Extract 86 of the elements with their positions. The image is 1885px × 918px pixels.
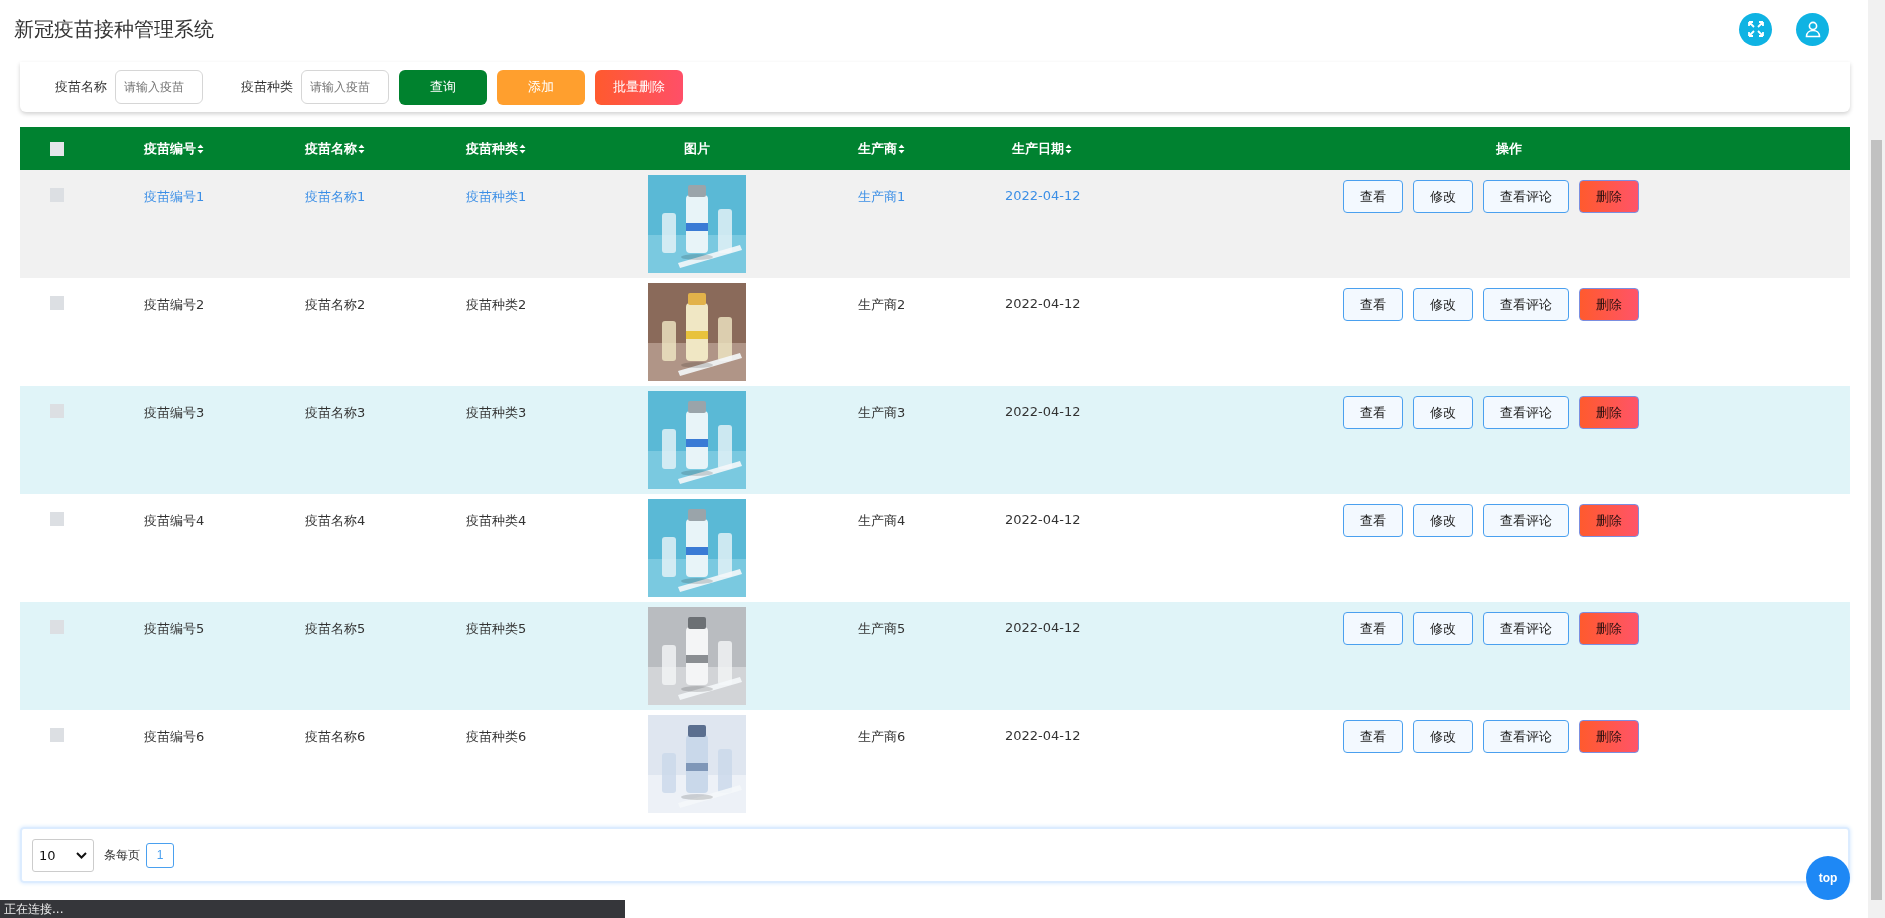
fullscreen-icon — [1746, 20, 1765, 38]
table-cell: 疫苗种类5 — [466, 620, 527, 638]
table-cell: 2022-04-12 — [1005, 728, 1081, 743]
sort-icon[interactable] — [898, 143, 905, 154]
status-text: 正在连接... — [4, 902, 64, 916]
table-cell: 生产商3 — [858, 404, 906, 422]
table-cell: 2022-04-12 — [1005, 512, 1081, 527]
table-cell: 疫苗编号5 — [144, 620, 205, 638]
sort-icon[interactable] — [519, 143, 526, 154]
page-size-select[interactable]: 10 — [32, 838, 94, 872]
table-cell: 疫苗名称2 — [305, 296, 366, 314]
row-action-button[interactable]: 查看 — [1343, 396, 1403, 429]
row-action-button[interactable]: 查看 — [1343, 288, 1403, 321]
select-all-checkbox[interactable] — [50, 141, 64, 156]
row-action-button[interactable]: 删除 — [1579, 720, 1639, 753]
row-checkbox[interactable] — [50, 296, 64, 310]
back-to-top-button[interactable]: top — [1806, 856, 1850, 900]
scrollbar[interactable] — [1868, 0, 1885, 918]
row-action-button[interactable]: 修改 — [1413, 396, 1473, 429]
row-action-button[interactable]: 查看 — [1343, 180, 1403, 213]
table-cell: 疫苗种类2 — [466, 296, 527, 314]
row-action-button[interactable]: 删除 — [1579, 504, 1639, 537]
column-header[interactable]: 疫苗名称 — [305, 139, 357, 158]
chevron-down-icon — [76, 851, 87, 859]
table-cell: 生产商5 — [858, 620, 906, 638]
row-action-button[interactable]: 修改 — [1413, 288, 1473, 321]
page-size-label: 条每页 — [104, 846, 140, 864]
table-cell: 疫苗编号4 — [144, 512, 205, 530]
field-label: 疫苗名称 — [55, 78, 107, 96]
row-action-button[interactable]: 删除 — [1579, 180, 1639, 213]
row-action-button[interactable]: 查看 — [1343, 720, 1403, 753]
table-cell: 生产商2 — [858, 296, 906, 314]
table-cell: 疫苗名称1 — [305, 188, 366, 206]
sort-icon[interactable] — [358, 143, 365, 154]
column-header[interactable]: 生产日期 — [1012, 139, 1064, 158]
table-cell: 生产商1 — [858, 188, 906, 206]
table-cell: 生产商6 — [858, 728, 906, 746]
user-icon — [1803, 20, 1822, 38]
table-cell: 2022-04-12 — [1005, 296, 1081, 311]
app-title: 新冠疫苗接种管理系统 — [14, 15, 214, 43]
table-cell: 疫苗编号2 — [144, 296, 205, 314]
table-cell: 疫苗种类1 — [466, 188, 527, 206]
row-action-button[interactable]: 查看 — [1343, 612, 1403, 645]
row-checkbox[interactable] — [50, 512, 64, 526]
row-action-button[interactable]: 查看评论 — [1483, 504, 1569, 537]
row-action-button[interactable]: 查看评论 — [1483, 396, 1569, 429]
field-label: 疫苗种类 — [241, 78, 293, 96]
column-header[interactable]: 生产商 — [858, 139, 897, 158]
table-cell: 疫苗种类6 — [466, 728, 527, 746]
search-field[interactable]: 请输入疫苗 — [301, 70, 389, 104]
table-cell: 疫苗编号6 — [144, 728, 205, 746]
column-header[interactable]: 图片 — [684, 139, 710, 158]
row-action-button[interactable]: 查看评论 — [1483, 288, 1569, 321]
row-action-button[interactable]: 查看评论 — [1483, 180, 1569, 213]
column-header[interactable]: 疫苗种类 — [466, 139, 518, 158]
row-checkbox[interactable] — [50, 728, 64, 742]
row-action-button[interactable]: 修改 — [1413, 612, 1473, 645]
row-action-button[interactable]: 删除 — [1579, 288, 1639, 321]
table-cell: 生产商4 — [858, 512, 906, 530]
table-cell: 疫苗名称3 — [305, 404, 366, 422]
table-cell: 疫苗名称5 — [305, 620, 366, 638]
table-cell: 疫苗名称4 — [305, 512, 366, 530]
search-field[interactable]: 请输入疫苗 — [115, 70, 203, 104]
table-cell: 疫苗名称6 — [305, 728, 366, 746]
user-button[interactable] — [1796, 12, 1829, 46]
table-cell: 疫苗种类3 — [466, 404, 527, 422]
row-action-button[interactable]: 删除 — [1579, 396, 1639, 429]
row-action-button[interactable]: 修改 — [1413, 504, 1473, 537]
table-cell: 2022-04-12 — [1005, 404, 1081, 419]
table-cell: 2022-04-12 — [1005, 620, 1081, 635]
row-action-button[interactable]: 删除 — [1579, 612, 1639, 645]
column-header[interactable]: 操作 — [1496, 139, 1522, 158]
table-cell: 疫苗编号1 — [144, 188, 205, 206]
row-action-button[interactable]: 修改 — [1413, 720, 1473, 753]
search-action-button[interactable]: 查询 — [399, 69, 487, 105]
row-action-button[interactable]: 查看评论 — [1483, 720, 1569, 753]
table-cell: 疫苗种类4 — [466, 512, 527, 530]
row-action-button[interactable]: 查看评论 — [1483, 612, 1569, 645]
table-cell: 疫苗编号3 — [144, 404, 205, 422]
sort-icon[interactable] — [1065, 143, 1072, 154]
fullscreen-button[interactable] — [1739, 12, 1772, 46]
row-action-button[interactable]: 查看 — [1343, 504, 1403, 537]
sort-icon[interactable] — [197, 143, 204, 154]
table-cell: 2022-04-12 — [1005, 188, 1081, 203]
row-action-button[interactable]: 修改 — [1413, 180, 1473, 213]
column-header[interactable]: 疫苗编号 — [144, 139, 196, 158]
